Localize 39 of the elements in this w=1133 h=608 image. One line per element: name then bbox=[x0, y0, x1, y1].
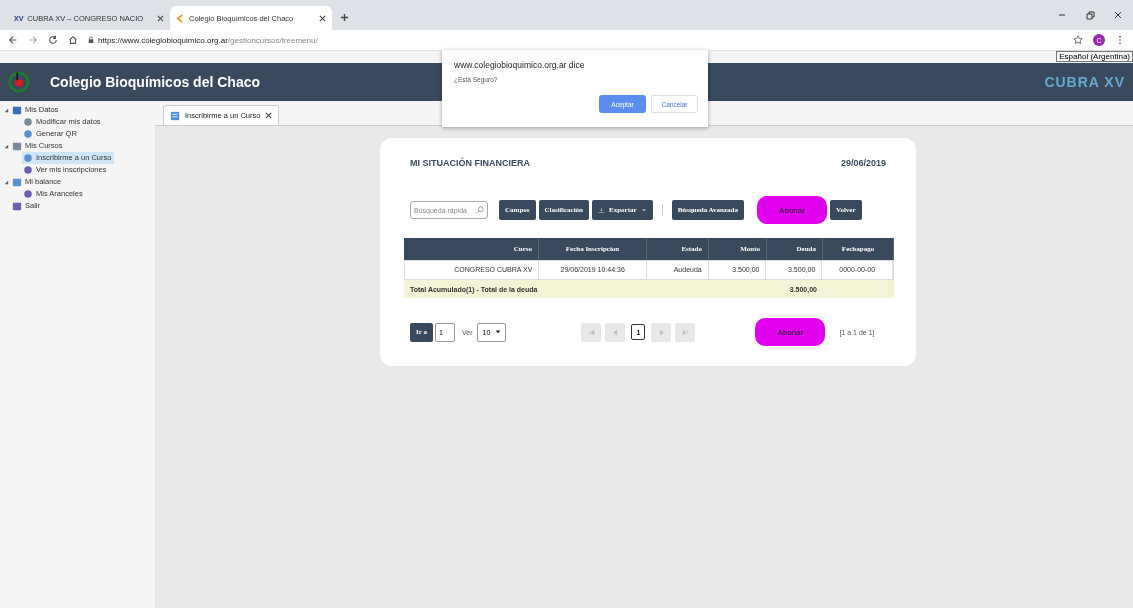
search-icon bbox=[476, 206, 484, 214]
folder-icon bbox=[12, 201, 22, 211]
address-field[interactable]: https://www.colegiobioquimico.org.ar/gestioncursos/treemenu/ bbox=[88, 32, 1063, 48]
download-icon bbox=[598, 206, 605, 214]
chevron-icon bbox=[176, 13, 185, 23]
pay-button[interactable]: Abonar bbox=[755, 318, 826, 346]
close-icon[interactable] bbox=[1113, 10, 1123, 20]
caret-icon bbox=[640, 207, 647, 213]
close-icon[interactable] bbox=[157, 14, 164, 22]
star-icon[interactable] bbox=[1073, 35, 1083, 45]
last-page-icon bbox=[682, 328, 689, 336]
dialog-origin: www.colegiobioquimico.org.ar dice bbox=[454, 60, 586, 70]
back-arrow-icon[interactable] bbox=[8, 35, 18, 45]
first-page-icon bbox=[588, 328, 595, 336]
language-tooltip: Español (Argentina) bbox=[1056, 51, 1133, 62]
expand-icon[interactable] bbox=[4, 179, 9, 185]
form-icon bbox=[170, 110, 180, 121]
date-label: 29/06/2019 bbox=[840, 158, 886, 168]
folder-icon bbox=[12, 105, 22, 115]
expand-icon[interactable] bbox=[4, 143, 9, 149]
lock-icon bbox=[88, 36, 94, 44]
folder-icon bbox=[12, 141, 22, 151]
folder-icon bbox=[12, 177, 22, 187]
site-title: Colegio Bioquímicos del Chaco bbox=[50, 74, 261, 90]
caret-icon bbox=[495, 329, 502, 335]
event-logo: CUBRA XV bbox=[1044, 74, 1125, 90]
new-tab-icon[interactable] bbox=[340, 13, 349, 22]
home-icon[interactable] bbox=[68, 35, 78, 45]
card-title: MI SITUACIÓN FINANCIERA bbox=[410, 158, 530, 168]
restore-icon[interactable] bbox=[1085, 10, 1095, 20]
reload-icon[interactable] bbox=[48, 35, 58, 45]
close-icon[interactable] bbox=[319, 14, 326, 22]
expand-icon[interactable] bbox=[4, 107, 9, 113]
item-icon bbox=[23, 189, 33, 199]
prev-page-icon bbox=[612, 328, 619, 336]
pay-button[interactable]: Abonar bbox=[757, 196, 827, 224]
next-page-icon bbox=[658, 328, 665, 336]
close-icon[interactable] bbox=[265, 112, 273, 119]
logo-icon bbox=[8, 71, 30, 93]
